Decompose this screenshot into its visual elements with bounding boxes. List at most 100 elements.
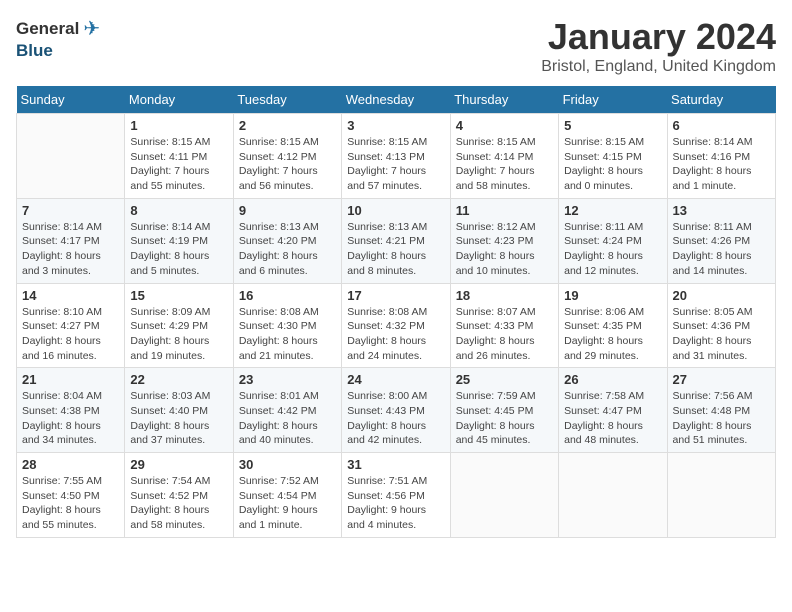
day-info: Sunrise: 8:04 AMSunset: 4:38 PMDaylight:… <box>22 389 119 448</box>
calendar-cell: 29 Sunrise: 7:54 AMSunset: 4:52 PMDayligh… <box>125 453 233 538</box>
weekday-header-row: SundayMondayTuesdayWednesdayThursdayFrid… <box>17 86 776 114</box>
calendar-cell: 12 Sunrise: 8:11 AMSunset: 4:24 PMDayligh… <box>559 198 667 283</box>
calendar-cell <box>17 114 125 199</box>
day-info: Sunrise: 8:01 AMSunset: 4:42 PMDaylight:… <box>239 389 336 448</box>
weekday-header-thursday: Thursday <box>450 86 558 114</box>
day-number: 19 <box>564 288 661 303</box>
day-info: Sunrise: 8:11 AMSunset: 4:24 PMDaylight:… <box>564 220 661 279</box>
day-info: Sunrise: 8:14 AMSunset: 4:16 PMDaylight:… <box>673 135 770 194</box>
calendar-cell <box>450 453 558 538</box>
day-info: Sunrise: 8:14 AMSunset: 4:17 PMDaylight:… <box>22 220 119 279</box>
weekday-header-tuesday: Tuesday <box>233 86 341 114</box>
day-info: Sunrise: 8:08 AMSunset: 4:30 PMDaylight:… <box>239 305 336 364</box>
day-info: Sunrise: 8:10 AMSunset: 4:27 PMDaylight:… <box>22 305 119 364</box>
day-info: Sunrise: 8:13 AMSunset: 4:20 PMDaylight:… <box>239 220 336 279</box>
weekday-header-monday: Monday <box>125 86 233 114</box>
calendar-cell <box>559 453 667 538</box>
day-number: 4 <box>456 118 553 133</box>
day-number: 20 <box>673 288 770 303</box>
month-title: January 2024 <box>541 16 776 58</box>
calendar-cell: 20 Sunrise: 8:05 AMSunset: 4:36 PMDayligh… <box>667 283 775 368</box>
day-number: 28 <box>22 457 119 472</box>
day-info: Sunrise: 8:15 AMSunset: 4:14 PMDaylight:… <box>456 135 553 194</box>
day-number: 7 <box>22 203 119 218</box>
day-number: 21 <box>22 372 119 387</box>
calendar-cell: 22Sunrise: 8:03 AMSunset: 4:40 PMDayligh… <box>125 368 233 453</box>
day-info: Sunrise: 7:55 AMSunset: 4:50 PMDaylight:… <box>22 474 119 533</box>
calendar-cell: 30 Sunrise: 7:52 AMSunset: 4:54 PMDayligh… <box>233 453 341 538</box>
day-info: Sunrise: 7:52 AMSunset: 4:54 PMDaylight:… <box>239 474 336 533</box>
calendar-cell: 25 Sunrise: 7:59 AMSunset: 4:45 PMDayligh… <box>450 368 558 453</box>
calendar-cell: 26 Sunrise: 7:58 AMSunset: 4:47 PMDayligh… <box>559 368 667 453</box>
day-number: 11 <box>456 203 553 218</box>
calendar-cell: 9 Sunrise: 8:13 AMSunset: 4:20 PMDaylight… <box>233 198 341 283</box>
day-number: 25 <box>456 372 553 387</box>
week-row-2: 7 Sunrise: 8:14 AMSunset: 4:17 PMDaylight… <box>17 198 776 283</box>
calendar-cell: 14 Sunrise: 8:10 AMSunset: 4:27 PMDayligh… <box>17 283 125 368</box>
calendar-cell: 10 Sunrise: 8:13 AMSunset: 4:21 PMDayligh… <box>342 198 450 283</box>
day-number: 12 <box>564 203 661 218</box>
weekday-header-saturday: Saturday <box>667 86 775 114</box>
day-info: Sunrise: 7:51 AMSunset: 4:56 PMDaylight:… <box>347 474 444 533</box>
calendar-cell: 6 Sunrise: 8:14 AMSunset: 4:16 PMDaylight… <box>667 114 775 199</box>
day-info: Sunrise: 8:15 AMSunset: 4:15 PMDaylight:… <box>564 135 661 194</box>
calendar-cell: 24Sunrise: 8:00 AMSunset: 4:43 PMDayligh… <box>342 368 450 453</box>
day-number: 2 <box>239 118 336 133</box>
calendar: SundayMondayTuesdayWednesdayThursdayFrid… <box>16 86 776 538</box>
header: General ✈ Blue January 2024 Bristol, Eng… <box>16 16 776 76</box>
week-row-3: 14 Sunrise: 8:10 AMSunset: 4:27 PMDayligh… <box>17 283 776 368</box>
day-number: 26 <box>564 372 661 387</box>
calendar-cell: 8 Sunrise: 8:14 AMSunset: 4:19 PMDaylight… <box>125 198 233 283</box>
calendar-cell: 2Sunrise: 8:15 AMSunset: 4:12 PMDaylight… <box>233 114 341 199</box>
calendar-cell: 3 Sunrise: 8:15 AMSunset: 4:13 PMDaylight… <box>342 114 450 199</box>
calendar-cell: 11Sunrise: 8:12 AMSunset: 4:23 PMDayligh… <box>450 198 558 283</box>
day-number: 6 <box>673 118 770 133</box>
day-number: 5 <box>564 118 661 133</box>
day-number: 23 <box>239 372 336 387</box>
weekday-header-sunday: Sunday <box>17 86 125 114</box>
day-info: Sunrise: 8:13 AMSunset: 4:21 PMDaylight:… <box>347 220 444 279</box>
day-info: Sunrise: 7:59 AMSunset: 4:45 PMDaylight:… <box>456 389 553 448</box>
day-number: 31 <box>347 457 444 472</box>
day-number: 16 <box>239 288 336 303</box>
calendar-cell: 28 Sunrise: 7:55 AMSunset: 4:50 PMDayligh… <box>17 453 125 538</box>
day-number: 30 <box>239 457 336 472</box>
day-number: 14 <box>22 288 119 303</box>
calendar-cell <box>667 453 775 538</box>
weekday-header-friday: Friday <box>559 86 667 114</box>
day-number: 18 <box>456 288 553 303</box>
day-number: 15 <box>130 288 227 303</box>
calendar-cell: 16 Sunrise: 8:08 AMSunset: 4:30 PMDayligh… <box>233 283 341 368</box>
week-row-5: 28 Sunrise: 7:55 AMSunset: 4:50 PMDayligh… <box>17 453 776 538</box>
day-info: Sunrise: 8:06 AMSunset: 4:35 PMDaylight:… <box>564 305 661 364</box>
logo-text-blue: Blue <box>16 41 53 60</box>
logo-text-general: General <box>16 19 79 39</box>
day-info: Sunrise: 7:54 AMSunset: 4:52 PMDaylight:… <box>130 474 227 533</box>
location: Bristol, England, United Kingdom <box>541 58 776 76</box>
calendar-cell: 27 Sunrise: 7:56 AMSunset: 4:48 PMDayligh… <box>667 368 775 453</box>
day-info: Sunrise: 7:56 AMSunset: 4:48 PMDaylight:… <box>673 389 770 448</box>
day-info: Sunrise: 8:15 AMSunset: 4:11 PMDaylight:… <box>130 135 227 194</box>
calendar-cell: 15Sunrise: 8:09 AMSunset: 4:29 PMDayligh… <box>125 283 233 368</box>
day-info: Sunrise: 8:11 AMSunset: 4:26 PMDaylight:… <box>673 220 770 279</box>
day-number: 3 <box>347 118 444 133</box>
calendar-cell: 4 Sunrise: 8:15 AMSunset: 4:14 PMDaylight… <box>450 114 558 199</box>
day-number: 1 <box>130 118 227 133</box>
day-info: Sunrise: 7:58 AMSunset: 4:47 PMDaylight:… <box>564 389 661 448</box>
day-number: 17 <box>347 288 444 303</box>
day-number: 29 <box>130 457 227 472</box>
calendar-cell: 13 Sunrise: 8:11 AMSunset: 4:26 PMDayligh… <box>667 198 775 283</box>
day-info: Sunrise: 8:03 AMSunset: 4:40 PMDaylight:… <box>130 389 227 448</box>
day-info: Sunrise: 8:05 AMSunset: 4:36 PMDaylight:… <box>673 305 770 364</box>
day-number: 10 <box>347 203 444 218</box>
day-info: Sunrise: 8:14 AMSunset: 4:19 PMDaylight:… <box>130 220 227 279</box>
day-number: 8 <box>130 203 227 218</box>
calendar-cell: 31 Sunrise: 7:51 AMSunset: 4:56 PMDayligh… <box>342 453 450 538</box>
day-number: 13 <box>673 203 770 218</box>
title-area: January 2024 Bristol, England, United Ki… <box>541 16 776 76</box>
calendar-cell: 19 Sunrise: 8:06 AMSunset: 4:35 PMDayligh… <box>559 283 667 368</box>
day-number: 27 <box>673 372 770 387</box>
day-info: Sunrise: 8:15 AMSunset: 4:13 PMDaylight:… <box>347 135 444 194</box>
week-row-4: 21 Sunrise: 8:04 AMSunset: 4:38 PMDayligh… <box>17 368 776 453</box>
day-number: 9 <box>239 203 336 218</box>
